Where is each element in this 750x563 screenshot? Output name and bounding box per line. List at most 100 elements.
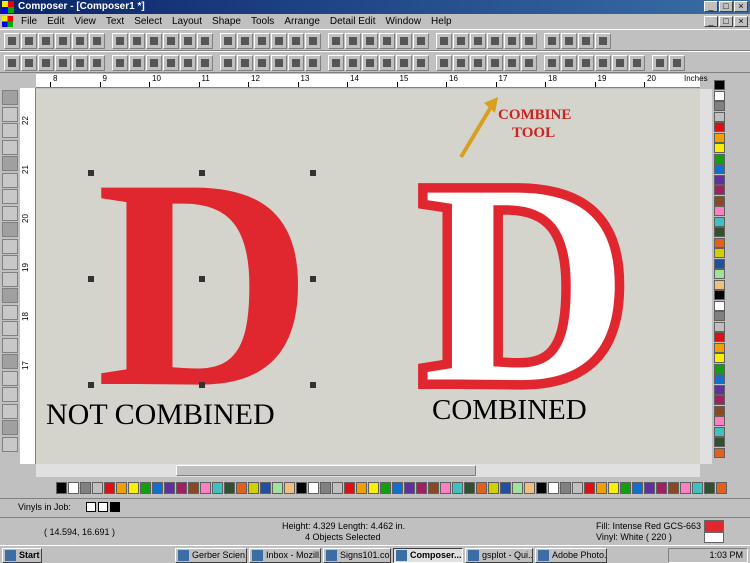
palette-swatch[interactable]: [714, 122, 725, 132]
standard-tool-button[interactable]: [305, 33, 321, 49]
palette-swatch[interactable]: [452, 482, 463, 494]
palette-swatch[interactable]: [632, 482, 643, 494]
shape-tool-button[interactable]: [453, 55, 469, 71]
shape-tool-button[interactable]: [55, 55, 71, 71]
toolbox-tool-icon[interactable]: [2, 90, 18, 105]
toolbox-tool-icon[interactable]: [2, 255, 18, 270]
shape-tool-button[interactable]: [436, 55, 452, 71]
task-photoshop[interactable]: Adobe Photo...: [535, 548, 607, 563]
palette-swatch[interactable]: [212, 482, 223, 494]
task-inbox[interactable]: Inbox - Mozill...: [249, 548, 321, 563]
palette-swatch[interactable]: [440, 482, 451, 494]
palette-swatch[interactable]: [176, 482, 187, 494]
palette-swatch[interactable]: [332, 482, 343, 494]
toolbox-tool-icon[interactable]: [2, 205, 18, 221]
shape-tool-button[interactable]: [180, 55, 196, 71]
standard-tool-button[interactable]: [237, 33, 253, 49]
palette-swatch[interactable]: [714, 258, 725, 269]
palette-swatch[interactable]: [404, 482, 415, 494]
toolbox-tool-icon[interactable]: [2, 123, 18, 138]
standard-tool-button[interactable]: [254, 33, 270, 49]
toolbox-tool-icon[interactable]: [2, 189, 18, 204]
palette-swatch[interactable]: [714, 101, 725, 111]
palette-swatch[interactable]: [560, 482, 571, 494]
shape-tool-button[interactable]: [396, 55, 412, 71]
palette-swatch[interactable]: [392, 482, 403, 494]
standard-tool-button[interactable]: [180, 33, 196, 49]
standard-tool-button[interactable]: [4, 33, 20, 49]
palette-swatch[interactable]: [416, 482, 427, 494]
palette-swatch[interactable]: [500, 482, 511, 494]
palette-swatch[interactable]: [428, 482, 439, 494]
standard-tool-button[interactable]: [21, 33, 37, 49]
palette-swatch[interactable]: [164, 482, 175, 494]
task-composer[interactable]: Composer...: [393, 548, 463, 563]
standard-tool-button[interactable]: [345, 33, 361, 49]
palette-swatch[interactable]: [284, 482, 295, 494]
standard-tool-button[interactable]: [328, 33, 344, 49]
standard-tool-button[interactable]: [544, 33, 560, 49]
palette-swatch[interactable]: [152, 482, 163, 494]
vinyl-swatch-white-2[interactable]: [98, 502, 108, 512]
standard-tool-button[interactable]: [146, 33, 162, 49]
palette-swatch[interactable]: [714, 227, 725, 237]
shape-tool-button[interactable]: [544, 55, 560, 71]
shape-tool-button[interactable]: [288, 55, 304, 71]
palette-swatch[interactable]: [714, 174, 725, 185]
toolbox-tool-icon[interactable]: [2, 139, 18, 155]
palette-swatch[interactable]: [68, 482, 79, 494]
standard-tool-button[interactable]: [163, 33, 179, 49]
palette-swatch[interactable]: [692, 482, 703, 494]
shape-tool-button[interactable]: [487, 55, 503, 71]
menu-detail-edit[interactable]: Detail Edit: [325, 16, 381, 27]
task-signs101[interactable]: Signs101.co...: [323, 548, 391, 563]
toolbox-tool-icon[interactable]: [2, 337, 18, 353]
palette-swatch[interactable]: [714, 447, 725, 458]
shape-tool-button[interactable]: [629, 55, 645, 71]
standard-tool-button[interactable]: [72, 33, 88, 49]
palette-swatch[interactable]: [92, 482, 103, 494]
standard-tool-button[interactable]: [271, 33, 287, 49]
shape-tool-button[interactable]: [470, 55, 486, 71]
palette-swatch[interactable]: [714, 143, 725, 153]
standard-tool-button[interactable]: [595, 33, 611, 49]
palette-swatch[interactable]: [380, 482, 391, 494]
palette-swatch[interactable]: [104, 482, 115, 494]
palette-swatch[interactable]: [714, 132, 725, 143]
menu-window[interactable]: Window: [380, 16, 426, 27]
menu-layout[interactable]: Layout: [167, 16, 207, 27]
standard-tool-button[interactable]: [220, 33, 236, 49]
standard-tool-button[interactable]: [578, 33, 594, 49]
standard-tool-button[interactable]: [396, 33, 412, 49]
palette-swatch[interactable]: [524, 482, 535, 494]
toolbox-tool-icon[interactable]: [2, 238, 18, 254]
toolbox-tool-icon[interactable]: [2, 172, 18, 188]
shape-tool-button[interactable]: [379, 55, 395, 71]
standard-tool-button[interactable]: [413, 33, 429, 49]
toolbox-tool-icon[interactable]: [2, 222, 18, 237]
palette-swatch[interactable]: [714, 321, 725, 332]
shape-tool-button[interactable]: [362, 55, 378, 71]
palette-swatch[interactable]: [200, 482, 211, 494]
palette-swatch[interactable]: [356, 482, 367, 494]
palette-swatch[interactable]: [714, 363, 725, 374]
palette-swatch[interactable]: [714, 374, 725, 384]
toolbox-tool-icon[interactable]: [2, 156, 18, 171]
palette-swatch[interactable]: [548, 482, 559, 494]
palette-swatch[interactable]: [714, 395, 725, 405]
palette-swatch[interactable]: [704, 482, 715, 494]
palette-swatch[interactable]: [714, 206, 725, 216]
shape-tool-button[interactable]: [561, 55, 577, 71]
shape-tool-button[interactable]: [578, 55, 594, 71]
shape-tool-button[interactable]: [345, 55, 361, 71]
shape-tool-button[interactable]: [72, 55, 88, 71]
palette-swatch[interactable]: [714, 248, 725, 258]
palette-swatch[interactable]: [714, 290, 725, 300]
palette-swatch[interactable]: [714, 311, 725, 321]
standard-tool-button[interactable]: [487, 33, 503, 49]
palette-swatch[interactable]: [224, 482, 235, 494]
palette-swatch[interactable]: [56, 482, 67, 494]
palette-swatch[interactable]: [368, 482, 379, 494]
toolbox-tool-icon[interactable]: [2, 387, 18, 402]
shape-tool-button[interactable]: [21, 55, 37, 71]
